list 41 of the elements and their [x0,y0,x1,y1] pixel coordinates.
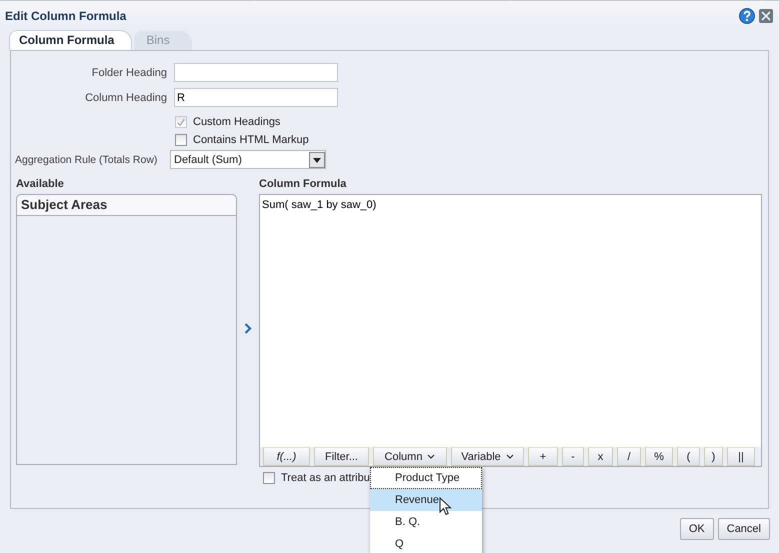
checkbox[interactable] [175,134,187,146]
column-heading-field[interactable]: R [174,88,338,107]
field-label: Column Heading [84,92,167,104]
toolbar-button[interactable]: ) [704,447,723,466]
aggregation-rule-dropdown[interactable]: Default (Sum) [170,150,326,169]
toolbar-button[interactable]: x [588,447,613,466]
toolbar-button[interactable]: Column [373,447,447,466]
toolbar-button[interactable]: % [645,447,673,466]
dialog-button[interactable]: OK [680,518,714,540]
toolbar-button[interactable]: || [727,447,755,466]
field-label: Aggregation Rule (Totals Row) [15,154,158,166]
section-heading: Available [16,177,65,192]
help-icon[interactable] [739,8,755,24]
menu-item[interactable]: Product Type [370,467,482,489]
caret-icon [427,454,436,459]
mouse-pointer-icon [439,497,453,517]
window-title: Edit Column Formula [5,8,126,22]
toolbar-button[interactable]: + [528,447,558,466]
toolbar-button[interactable]: / [617,447,641,466]
checkbox-label: Custom Headings [193,116,280,128]
section-heading: Column Formula [259,177,348,192]
menu-item[interactable]: B. Q. [370,511,482,533]
menu-item[interactable]: Revenue [370,489,482,511]
toolbar-button[interactable]: Filter... [314,447,369,466]
folder-heading-field[interactable] [174,63,338,82]
panel-header: Subject Areas [17,195,236,216]
toolbar-button[interactable]: ( [677,447,700,466]
tab[interactable]: Column Formula [9,30,132,50]
dialog-button[interactable]: Cancel [718,518,770,540]
caret-icon [506,454,514,459]
menu-item[interactable]: Q [370,533,482,553]
toolbar-button[interactable]: - [562,447,584,466]
chevron-right-icon[interactable] [244,322,252,334]
checkbox-label: Treat as an attribu [281,472,370,484]
close-icon[interactable] [759,8,773,22]
checkbox-label: Contains HTML Markup [193,134,309,146]
toolbar-button[interactable]: f(...) [263,447,310,466]
formula-editor-frame[interactable]: Sum( saw_1 by saw_0) f(...) Filter... Column Variable + - x / % ( ) || [259,194,762,467]
checkbox[interactable] [263,472,275,484]
toolbar-button[interactable]: Variable [451,447,524,466]
field-label: Folder Heading [90,66,167,78]
